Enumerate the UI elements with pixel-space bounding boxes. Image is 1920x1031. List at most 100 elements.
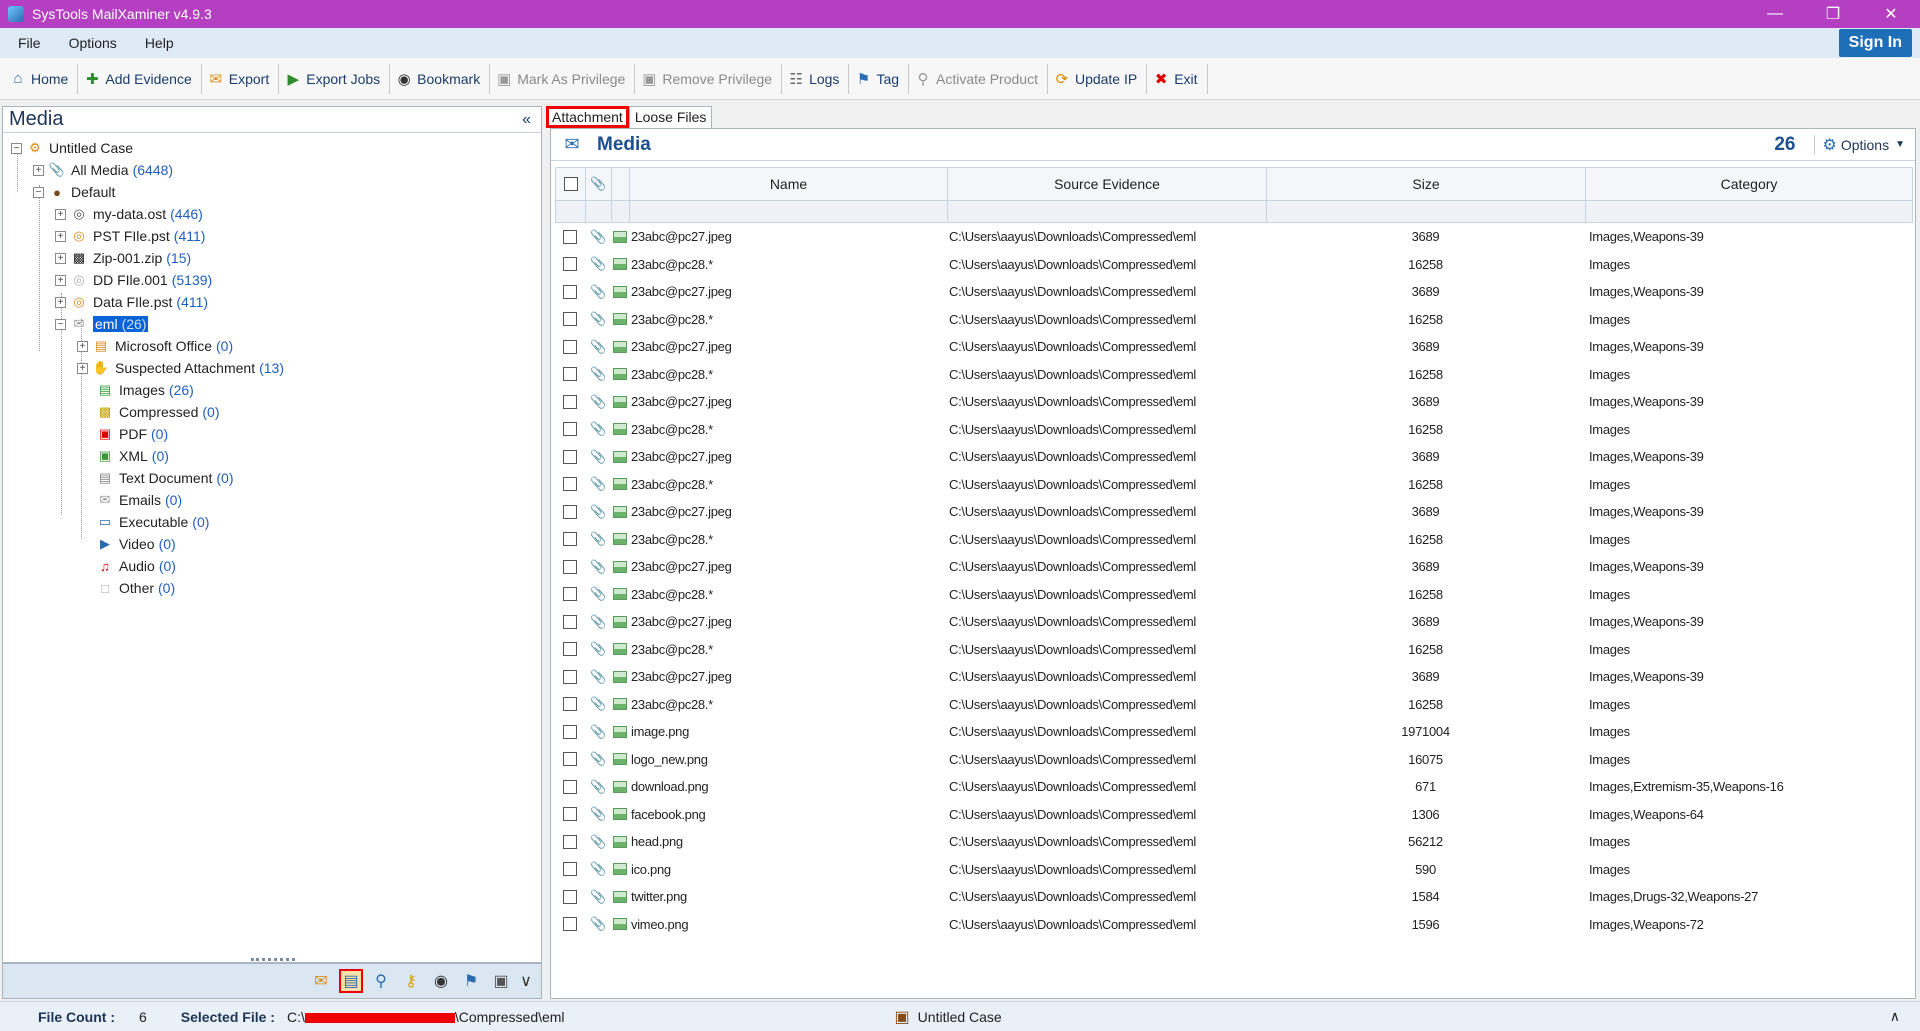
restore-icon[interactable]: ❐ (1804, 0, 1862, 28)
row-checkbox[interactable] (555, 526, 585, 554)
column-header-size[interactable]: Size (1267, 168, 1586, 200)
table-row[interactable]: 📎 23abc@pc27.jpeg C:\Users\aayus\Downloads… (555, 278, 1913, 306)
logs-button[interactable]: ☷ Logs (782, 63, 850, 94)
table-row[interactable]: 📎 download.png C:\Users\aayus\Downloads\Co… (555, 773, 1913, 801)
splitter-grip[interactable] (251, 958, 295, 962)
column-header-source[interactable]: Source Evidence (948, 168, 1267, 200)
mark-as-privilege-button[interactable]: ▣ Mark As Privilege (490, 63, 636, 94)
minimize-icon[interactable]: — (1746, 0, 1804, 28)
table-row[interactable]: 📎 23abc@pc27.jpeg C:\Users\aayus\Downloads… (555, 608, 1913, 636)
more-chevron-icon[interactable]: ∨ (519, 969, 533, 993)
menu-file[interactable]: File (8, 35, 51, 51)
table-row[interactable]: 📎 23abc@pc28.* C:\Users\aayus\Downloads\Co… (555, 526, 1913, 554)
row-checkbox[interactable] (555, 251, 585, 279)
tree-category-item[interactable]: ▤ Images (26) (97, 379, 194, 401)
select-all-checkbox[interactable] (556, 168, 586, 200)
expand-icon[interactable]: + (55, 252, 66, 264)
update-ip-button[interactable]: ⟳ Update IP (1048, 63, 1148, 94)
eye-icon[interactable]: ◉ (429, 969, 453, 993)
options-dropdown[interactable]: ⚙ Options ▼ (1813, 134, 1916, 155)
table-row[interactable]: 📎 23abc@pc28.* C:\Users\aayus\Downloads\Co… (555, 251, 1913, 279)
menu-help[interactable]: Help (135, 35, 184, 51)
row-checkbox[interactable] (555, 388, 585, 416)
search-icon[interactable]: ⚲ (369, 969, 393, 993)
tree-category-item[interactable]: ▩ Compressed (0) (97, 401, 220, 423)
row-checkbox[interactable] (555, 746, 585, 774)
table-row[interactable]: 📎 23abc@pc27.jpeg C:\Users\aayus\Downloads… (555, 498, 1913, 526)
column-header-name[interactable]: Name (630, 168, 948, 200)
row-checkbox[interactable] (555, 608, 585, 636)
row-checkbox[interactable] (555, 278, 585, 306)
tree-category-item[interactable]: ▤ Text Document (0) (97, 467, 234, 489)
expand-icon[interactable]: + (55, 208, 66, 220)
tree-source-item[interactable]: + ▩ Zip-001.zip (15) (55, 247, 191, 269)
tree-source-item[interactable]: + ◎ my-data.ost (446) (55, 203, 203, 225)
sign-in-button[interactable]: Sign In (1838, 29, 1912, 57)
column-header-category[interactable]: Category (1586, 168, 1912, 200)
tree-category-item[interactable]: □ Other (0) (97, 577, 175, 599)
filter-name-input[interactable] (630, 201, 948, 222)
table-row[interactable]: 📎 23abc@pc28.* C:\Users\aayus\Downloads\Co… (555, 361, 1913, 389)
table-row[interactable]: 📎 23abc@pc28.* C:\Users\aayus\Downloads\Co… (555, 636, 1913, 664)
expand-icon[interactable]: + (33, 164, 44, 176)
table-row[interactable]: 📎 23abc@pc27.jpeg C:\Users\aayus\Downloads… (555, 223, 1913, 251)
table-row[interactable]: 📎 logo_new.png C:\Users\aayus\Downloads\Co… (555, 746, 1913, 774)
row-checkbox[interactable] (555, 361, 585, 389)
key-icon[interactable]: ⚷ (399, 969, 423, 993)
row-checkbox[interactable] (555, 883, 585, 911)
row-checkbox[interactable] (555, 416, 585, 444)
tree-category-item[interactable]: + ✋ Suspected Attachment (13) (77, 357, 284, 379)
export-jobs-button[interactable]: ▶ Export Jobs (279, 63, 391, 94)
row-checkbox[interactable] (555, 828, 585, 856)
table-row[interactable]: 📎 23abc@pc28.* C:\Users\aayus\Downloads\Co… (555, 416, 1913, 444)
table-row[interactable]: 📎 ico.png C:\Users\aayus\Downloads\Compres… (555, 856, 1913, 884)
media-view-icon[interactable]: ▤ (339, 969, 363, 993)
table-row[interactable]: 📎 23abc@pc28.* C:\Users\aayus\Downloads\Co… (555, 581, 1913, 609)
row-checkbox[interactable] (555, 911, 585, 939)
row-checkbox[interactable] (555, 306, 585, 334)
chevron-up-icon[interactable]: ∧ (1890, 1008, 1900, 1025)
row-checkbox[interactable] (555, 691, 585, 719)
tab-attachment[interactable]: Attachment (546, 106, 629, 128)
row-checkbox[interactable] (555, 718, 585, 746)
tree-source-item[interactable]: + ◎ PST FIle.pst (411) (55, 225, 205, 247)
expand-icon[interactable]: + (77, 340, 88, 352)
tree-category-item[interactable]: ♫ Audio (0) (97, 555, 176, 577)
table-row[interactable]: 📎 23abc@pc28.* C:\Users\aayus\Downloads\Co… (555, 691, 1913, 719)
exit-button[interactable]: ✖ Exit (1147, 63, 1208, 94)
row-checkbox[interactable] (555, 333, 585, 361)
tree-category-item[interactable]: + ▤ Microsoft Office (0) (77, 335, 233, 357)
row-checkbox[interactable] (555, 581, 585, 609)
filter-category-input[interactable] (1586, 201, 1912, 222)
tree-all-media[interactable]: + 📎 All Media (6448) (33, 159, 173, 181)
table-row[interactable]: 📎 image.png C:\Users\aayus\Downloads\Compr… (555, 718, 1913, 746)
row-checkbox[interactable] (555, 223, 585, 251)
expand-icon[interactable]: + (55, 296, 66, 308)
close-window-icon[interactable]: ✕ (1862, 0, 1920, 28)
tree-category-item[interactable]: ▣ XML (0) (97, 445, 169, 467)
clipboard-icon[interactable]: ▣ (489, 969, 513, 993)
row-checkbox[interactable] (555, 801, 585, 829)
row-checkbox[interactable] (555, 856, 585, 884)
table-row[interactable]: 📎 23abc@pc28.* C:\Users\aayus\Downloads\Co… (555, 471, 1913, 499)
tag-icon[interactable]: ⚑ (459, 969, 483, 993)
collapse-icon[interactable]: − (33, 186, 44, 198)
add-evidence-button[interactable]: ✚ Add Evidence (78, 63, 202, 94)
row-checkbox[interactable] (555, 553, 585, 581)
collapse-panel-icon[interactable]: « (522, 111, 531, 129)
tree-source-item[interactable]: + ◎ Data FIle.pst (411) (55, 291, 208, 313)
filter-size-input[interactable] (1267, 201, 1586, 222)
expand-icon[interactable]: + (77, 362, 88, 374)
table-row[interactable]: 📎 23abc@pc27.jpeg C:\Users\aayus\Downloads… (555, 388, 1913, 416)
tree-category-item[interactable]: ▶ Video (0) (97, 533, 176, 555)
tree-source-item[interactable]: + ◎ DD FIle.001 (5139) (55, 269, 212, 291)
collapse-icon[interactable]: − (11, 142, 22, 154)
tree-category-item[interactable]: ▣ PDF (0) (97, 423, 168, 445)
table-row[interactable]: 📎 23abc@pc27.jpeg C:\Users\aayus\Downloads… (555, 333, 1913, 361)
row-checkbox[interactable] (555, 663, 585, 691)
row-checkbox[interactable] (555, 773, 585, 801)
email-view-icon[interactable]: ✉ (309, 969, 333, 993)
table-row[interactable]: 📎 23abc@pc27.jpeg C:\Users\aayus\Downloads… (555, 553, 1913, 581)
tree-default[interactable]: − ● Default (33, 181, 115, 203)
table-row[interactable]: 📎 facebook.png C:\Users\aayus\Downloads\Co… (555, 801, 1913, 829)
